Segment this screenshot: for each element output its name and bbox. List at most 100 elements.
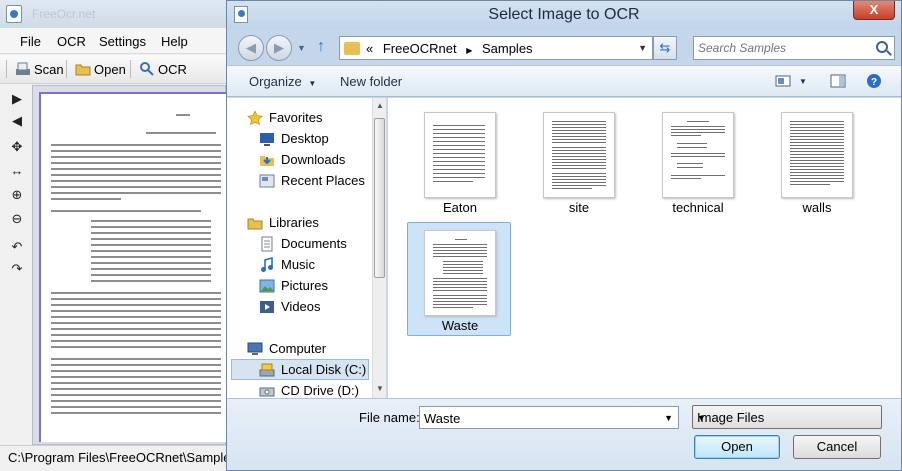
- nav-label: Documents: [281, 236, 347, 251]
- file-item-technical[interactable]: technical: [645, 104, 749, 218]
- image-thumbnail: [424, 112, 496, 198]
- view-options-dropdown-icon[interactable]: ▼: [799, 77, 807, 86]
- pictures-icon: [259, 278, 275, 294]
- desktop-icon: [259, 131, 275, 147]
- cancel-button[interactable]: Cancel: [793, 435, 881, 459]
- nav-item-recent-places[interactable]: Recent Places: [259, 170, 386, 191]
- toolbar-separator: [66, 60, 67, 78]
- downloads-icon: [259, 152, 275, 168]
- nav-item-videos[interactable]: Videos: [259, 296, 386, 317]
- scrollbar-thumb[interactable]: [374, 118, 385, 278]
- videos-icon: [259, 299, 275, 315]
- scroll-down-icon[interactable]: ▼: [376, 384, 384, 393]
- new-folder-button[interactable]: New folder: [340, 74, 402, 89]
- chevron-down-icon[interactable]: ▼: [664, 413, 673, 423]
- nav-item-cd-drive[interactable]: CD Drive (D:): [259, 380, 386, 398]
- recent-locations-dropdown-icon[interactable]: ▼: [297, 43, 306, 53]
- nav-label: Favorites: [269, 110, 323, 125]
- pan-icon[interactable]: ✥: [8, 138, 26, 156]
- refresh-button[interactable]: ⇆: [653, 36, 677, 60]
- nav-item-libraries[interactable]: Libraries: [247, 212, 386, 233]
- scroll-up-icon[interactable]: ▲: [376, 101, 384, 110]
- organize-button[interactable]: Organize ▼: [249, 74, 316, 89]
- nav-label: Music: [281, 257, 315, 272]
- file-item-walls[interactable]: walls: [764, 104, 868, 218]
- menu-help[interactable]: Help: [161, 34, 188, 49]
- toolbar-grip: [6, 60, 7, 78]
- app-toolbar: Scan Open OCR: [0, 55, 226, 84]
- recent-places-icon: [259, 173, 275, 189]
- nav-item-pictures[interactable]: Pictures: [259, 275, 386, 296]
- dialog-navigation-bar: ◀ ▶ ▼ ↑ « FreeOCRnet ▶ Samples ▼ ⇆: [227, 29, 901, 65]
- ocr-toolbar-button[interactable]: OCR: [136, 58, 190, 80]
- breadcrumb-separator-icon[interactable]: ▶: [466, 46, 472, 55]
- nav-item-downloads[interactable]: Downloads: [259, 149, 386, 170]
- next-page-icon[interactable]: ▶: [8, 90, 26, 108]
- file-name: Waste: [441, 318, 479, 333]
- nav-item-music[interactable]: Music: [259, 254, 386, 275]
- zoom-in-icon[interactable]: ⊕: [8, 186, 26, 204]
- zoom-out-icon[interactable]: ⊖: [8, 210, 26, 228]
- breadcrumb-freeocrnet[interactable]: FreeOCRnet: [383, 41, 457, 56]
- file-name: site: [568, 200, 590, 215]
- breadcrumb: « FreeOCRnet ▶ Samples: [366, 41, 533, 56]
- filename-combobox: ▼: [419, 406, 679, 429]
- documents-icon: [259, 236, 275, 252]
- previous-page-icon[interactable]: ◀: [8, 112, 26, 130]
- dialog-footer: File name: ▼ Image Files ▼ Open Cancel: [227, 398, 901, 470]
- back-arrow-icon: ◀: [246, 40, 256, 55]
- help-icon[interactable]: ?: [866, 73, 882, 89]
- back-button[interactable]: ◀: [238, 35, 264, 61]
- preview-pane-icon[interactable]: [830, 73, 846, 89]
- nav-item-desktop[interactable]: Desktop: [259, 128, 386, 149]
- search-icon[interactable]: [876, 41, 888, 53]
- open-toolbar-button[interactable]: Open: [72, 58, 129, 80]
- nav-item-computer[interactable]: Computer: [247, 338, 386, 359]
- rotate-left-icon[interactable]: ↶: [8, 238, 26, 256]
- app-titlebar: FreeOcr.net: [0, 0, 230, 28]
- filename-label: File name:: [359, 410, 420, 425]
- nav-item-local-disk[interactable]: Local Disk (C:): [231, 359, 369, 380]
- select-image-dialog: Select Image to OCR X ◀ ▶ ▼ ↑ « FreeOCRn…: [226, 0, 902, 471]
- ocr-toolbar-label: OCR: [158, 61, 187, 77]
- nav-item-favorites[interactable]: Favorites: [247, 107, 386, 128]
- menu-settings[interactable]: Settings: [99, 34, 146, 49]
- nav-label: Desktop: [281, 131, 329, 146]
- up-arrow-icon[interactable]: ↑: [317, 38, 325, 56]
- nav-label: Local Disk (C:): [281, 362, 367, 377]
- nav-item-documents[interactable]: Documents: [259, 233, 386, 254]
- menu-file[interactable]: File: [20, 34, 41, 49]
- nav-label: Videos: [281, 299, 321, 314]
- close-button[interactable]: X: [853, 1, 895, 20]
- chevron-down-icon: ▼: [308, 79, 317, 88]
- search-input[interactable]: [698, 40, 868, 56]
- forward-button[interactable]: ▶: [266, 35, 292, 61]
- fit-width-icon[interactable]: ↔: [8, 162, 26, 180]
- forward-arrow-icon: ▶: [274, 40, 284, 55]
- nav-label: Pictures: [281, 278, 328, 293]
- file-item-site[interactable]: site: [526, 104, 630, 218]
- file-type-select[interactable]: Image Files ▼: [692, 405, 882, 429]
- status-file-path: C:\Program Files\FreeOCRnet\Samples\Wast…: [8, 450, 226, 465]
- rotate-right-icon[interactable]: ↷: [8, 260, 26, 278]
- file-item-waste[interactable]: Waste: [407, 222, 511, 336]
- open-button[interactable]: Open: [694, 435, 780, 459]
- file-item-eaton[interactable]: Eaton: [407, 104, 511, 218]
- dialog-command-bar: Organize ▼ New folder ▼ ?: [227, 65, 901, 97]
- filename-input[interactable]: [424, 410, 654, 426]
- address-bar[interactable]: « FreeOCRnet ▶ Samples ▼: [339, 36, 653, 60]
- file-list-pane: Eaton site technical walls Waste: [388, 98, 901, 398]
- scan-button[interactable]: Scan: [12, 58, 67, 80]
- dialog-titlebar: Select Image to OCR X: [227, 1, 901, 29]
- nav-label: Computer: [269, 341, 327, 356]
- breadcrumb-samples[interactable]: Samples: [482, 41, 533, 56]
- change-view-icon[interactable]: [775, 73, 791, 89]
- navigation-pane-scrollbar[interactable]: ▲ ▼: [372, 98, 386, 398]
- address-history-dropdown-icon[interactable]: ▼: [638, 43, 647, 53]
- menu-ocr[interactable]: OCR: [57, 34, 86, 49]
- toolbar-separator: [130, 60, 131, 78]
- app-statusbar: C:\Program Files\FreeOCRnet\Samples\Wast…: [0, 445, 226, 471]
- image-thumbnail: [424, 230, 496, 316]
- breadcrumb-overflow[interactable]: «: [366, 41, 373, 56]
- nav-label: Downloads: [281, 152, 346, 167]
